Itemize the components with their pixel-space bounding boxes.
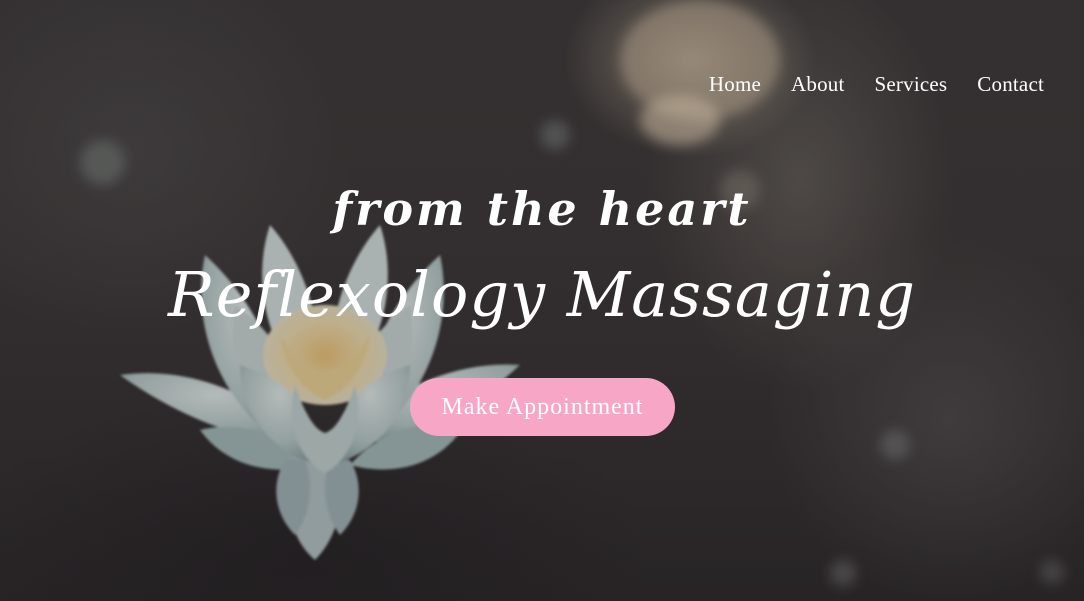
make-appointment-button[interactable]: Make Appointment <box>410 378 675 436</box>
hero-headline: Reflexology Massaging <box>168 258 916 331</box>
hero-tagline: from the heart <box>332 182 752 236</box>
main-nav: Home About Services Contact <box>709 72 1044 97</box>
nav-link-home[interactable]: Home <box>709 72 761 97</box>
nav-link-about[interactable]: About <box>791 72 845 97</box>
nav-link-contact[interactable]: Contact <box>977 72 1044 97</box>
nav-link-services[interactable]: Services <box>875 72 948 97</box>
